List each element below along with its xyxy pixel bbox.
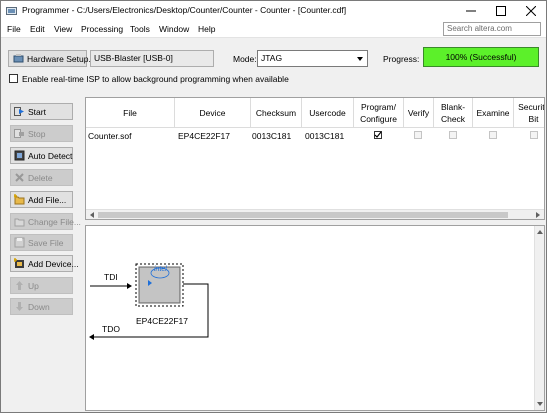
menu-file[interactable]: File [7,24,21,34]
verify-checkbox[interactable] [414,131,422,139]
cell-usercode: 0013C181 [305,131,345,141]
table-horizontal-scrollbar[interactable] [86,209,544,219]
change-file-icon [14,218,25,227]
minimize-icon [466,10,476,11]
add-file-label: Add File... [28,194,67,205]
mode-label: Mode: [233,54,257,64]
col-header-program-configure[interactable]: Program/ Configure [354,98,404,128]
change-file-button[interactable]: Change File... [10,213,81,230]
tdo-label: TDO [102,324,120,334]
add-device-icon [14,258,24,268]
down-icon [16,302,23,311]
search-input[interactable]: Search altera.com [443,22,541,36]
col-header-checksum[interactable]: Checksum [251,98,302,128]
maximize-button[interactable] [486,1,516,20]
delete-button[interactable]: Delete [10,169,73,186]
add-file-icon [14,194,25,205]
col-header-device[interactable]: Device [175,98,251,128]
scrollbar-thumb[interactable] [98,212,508,218]
save-file-label: Save File [28,237,64,248]
close-icon [526,5,536,16]
isp-checkbox[interactable] [9,74,18,83]
blank-check-checkbox[interactable] [449,131,457,139]
jtag-chain-diagram: TDI TDO intel EP4CE22F17 [85,225,545,411]
maximize-icon [496,5,506,16]
up-label: Up [28,280,39,291]
chevron-down-icon [357,57,363,61]
menu-view[interactable]: View [54,24,72,34]
down-label: Down [28,301,50,312]
menu-tools[interactable]: Tools [130,24,150,34]
col-header-file[interactable]: File [86,98,175,128]
col-header-examine[interactable]: Examine [473,98,514,128]
up-icon [16,281,23,290]
program-configure-checkbox[interactable] [374,131,382,139]
hardware-setup-icon [13,54,24,63]
menu-edit[interactable]: Edit [30,24,45,34]
mode-select[interactable]: JTAG [257,50,368,67]
isp-label: Enable real-time ISP to allow background… [22,74,289,84]
hardware-setup-button[interactable]: Hardware Setup... [8,50,96,67]
auto-detect-label: Auto Detect [28,150,73,161]
col-header-security-bit[interactable]: Security Bit [514,98,544,128]
programmer-window: Programmer - C:/Users/Electronics/Deskto… [0,0,547,413]
progress-text: 100% (Successful) [445,52,517,62]
mode-value: JTAG [261,53,283,63]
diagram-vertical-scrollbar[interactable] [534,226,544,410]
programmer-app-icon [6,7,17,15]
examine-checkbox[interactable] [489,131,497,139]
device-table: File Device Checksum Usercode Program/ C… [85,97,545,220]
scroll-right-icon[interactable] [534,211,542,219]
auto-detect-icon [14,150,25,161]
start-button[interactable]: Start [10,103,73,120]
window-title: Programmer - C:/Users/Electronics/Deskto… [22,5,347,15]
menu-window[interactable]: Window [159,24,189,34]
start-icon [14,107,24,116]
cell-checksum: 0013C181 [252,131,292,141]
stop-icon [14,129,24,138]
col-header-verify[interactable]: Verify [404,98,434,128]
progress-label: Progress: [383,54,420,64]
stop-button[interactable]: Stop [10,125,73,142]
cell-file: Counter.sof [88,131,132,141]
title-bar: Programmer - C:/Users/Electronics/Deskto… [1,1,546,20]
col-header-usercode[interactable]: Usercode [302,98,354,128]
start-label: Start [28,106,46,117]
progress-bar: 100% (Successful) [423,47,539,67]
change-file-label: Change File... [28,216,81,227]
delete-label: Delete [28,172,53,183]
col-header-blank-check[interactable]: Blank- Check [434,98,473,128]
cell-device: EP4CE22F17 [178,131,230,141]
security-bit-checkbox[interactable] [530,131,538,139]
auto-detect-button[interactable]: Auto Detect [10,147,73,164]
delete-icon [15,173,24,182]
hardware-setup-label: Hardware Setup... [27,53,96,64]
close-button[interactable] [516,1,546,20]
checkmark-icon [374,131,382,138]
save-file-button[interactable]: Save File [10,234,73,251]
add-file-button[interactable]: Add File... [10,191,73,208]
save-file-icon [14,237,25,248]
add-device-label: Add Device... [28,258,79,269]
scroll-down-icon[interactable] [536,400,544,408]
stop-label: Stop [28,128,46,139]
add-device-button[interactable]: Add Device... [10,255,79,272]
menu-help[interactable]: Help [198,24,215,34]
intel-logo: intel [154,266,167,273]
minimize-button[interactable] [456,1,486,20]
up-button[interactable]: Up [10,277,73,294]
tdi-line [90,283,132,289]
menu-processing[interactable]: Processing [81,24,123,34]
scroll-up-icon[interactable] [536,228,544,236]
chip-device-name: EP4CE22F17 [136,316,188,326]
hardware-field: USB-Blaster [USB-0] [90,50,214,67]
scroll-left-icon[interactable] [88,211,96,219]
down-button[interactable]: Down [10,298,73,315]
tdi-label: TDI [104,272,118,282]
